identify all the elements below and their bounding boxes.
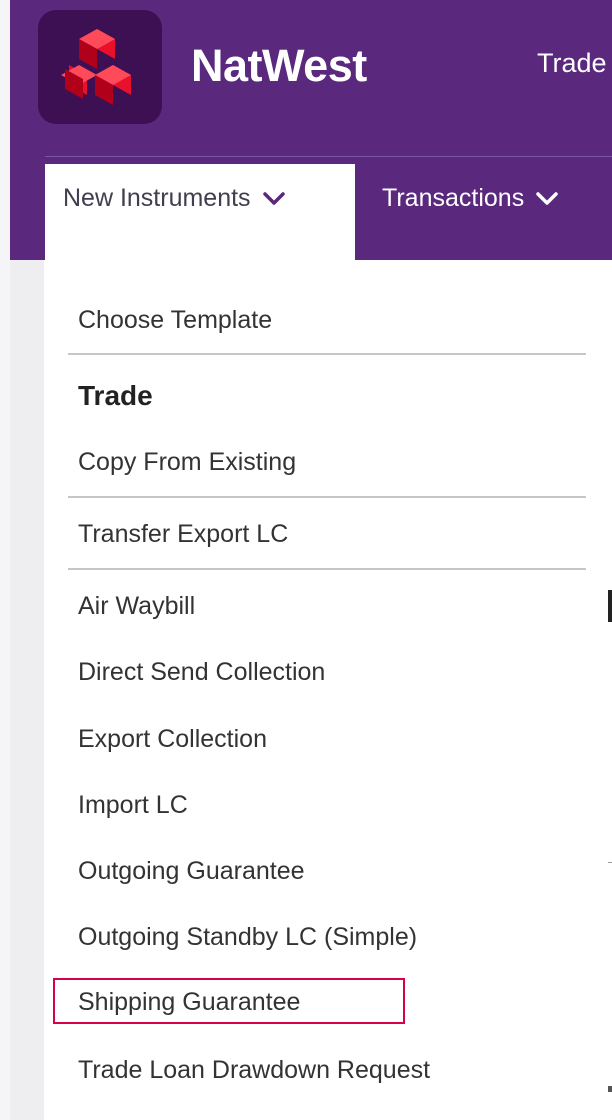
menu-divider: [68, 353, 586, 355]
background-page-edge: [608, 590, 612, 622]
menu-divider: [68, 496, 586, 498]
chevron-down-icon: [262, 184, 285, 213]
natwest-logo[interactable]: [38, 10, 162, 124]
menu-item-outgoing-guarantee[interactable]: Outgoing Guarantee: [78, 857, 305, 886]
menu-item-transfer-export-lc[interactable]: Transfer Export LC: [78, 520, 288, 549]
tab-transactions-label: Transactions: [382, 184, 525, 212]
tab-transactions[interactable]: Transactions: [382, 184, 558, 213]
menu-item-outgoing-standby-lc-simple[interactable]: Outgoing Standby LC (Simple): [78, 923, 417, 952]
menu-item-air-waybill[interactable]: Air Waybill: [78, 592, 195, 621]
chevron-down-icon: [536, 184, 558, 213]
background-page-edge: [608, 862, 612, 863]
nav-divider: [45, 156, 612, 157]
top-nav-trade-link[interactable]: Trade: [537, 48, 607, 79]
tab-new-instruments-label: New Instruments: [63, 184, 251, 212]
natwest-cubes-icon: [61, 29, 131, 105]
left-margin: [0, 0, 10, 1120]
background-page-edge: [608, 1086, 612, 1092]
menu-item-choose-template[interactable]: Choose Template: [78, 306, 272, 335]
app-frame: NatWest Trade New Instruments Transactio…: [0, 0, 612, 1120]
menu-item-copy-from-existing[interactable]: Copy From Existing: [78, 448, 296, 477]
menu-item-shipping-guarantee[interactable]: Shipping Guarantee: [78, 988, 300, 1017]
menu-item-export-collection[interactable]: Export Collection: [78, 725, 267, 754]
brand-name: NatWest: [191, 40, 367, 91]
menu-divider: [68, 568, 586, 570]
tab-new-instruments[interactable]: New Instruments: [63, 184, 285, 213]
menu-item-import-lc[interactable]: Import LC: [78, 791, 188, 820]
menu-section-heading-trade: Trade: [78, 380, 153, 411]
menu-item-direct-send-collection[interactable]: Direct Send Collection: [78, 658, 325, 687]
menu-item-trade-loan-drawdown-request[interactable]: Trade Loan Drawdown Request: [78, 1056, 430, 1085]
new-instruments-dropdown: Choose Template Trade Copy From Existing…: [44, 260, 612, 1120]
